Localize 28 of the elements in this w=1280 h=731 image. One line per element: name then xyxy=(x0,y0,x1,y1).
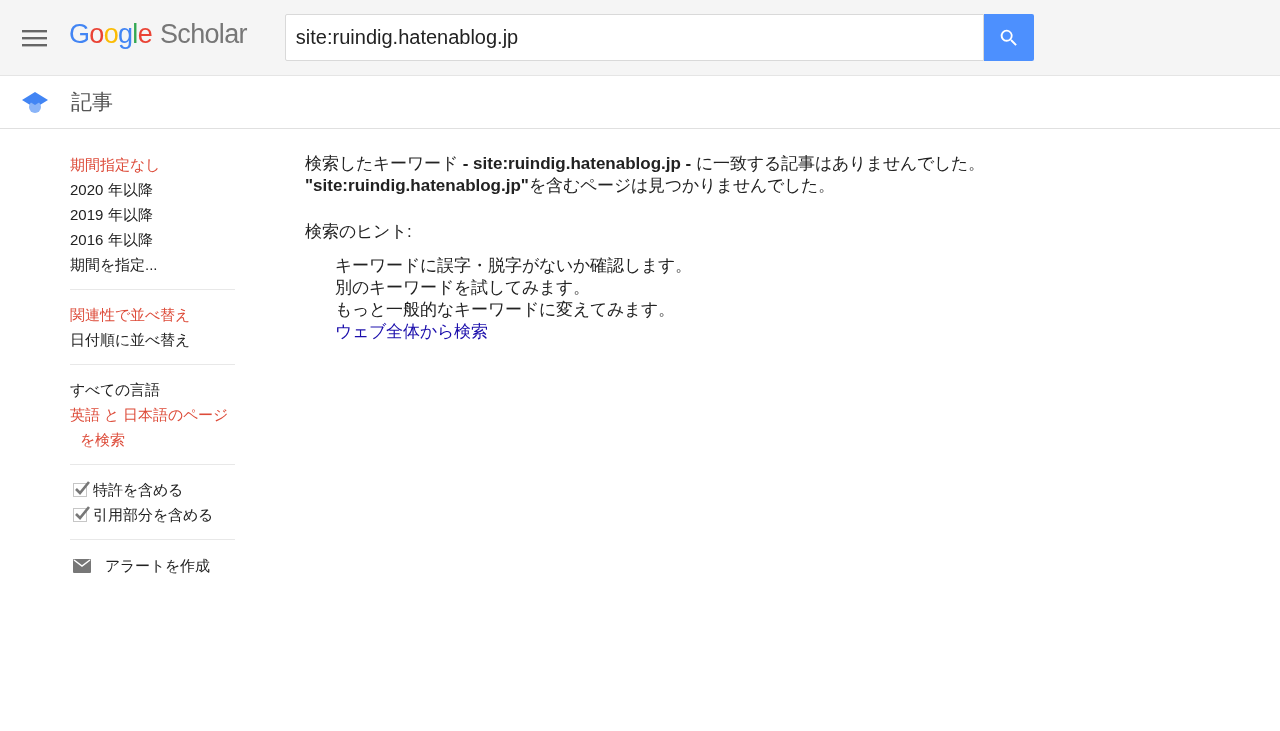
sidebar-link[interactable]: 関連性で並べ替え xyxy=(70,302,235,327)
search-field[interactable]: site:ruindig.hatenablog.jp xyxy=(284,14,984,61)
no-results-message: 検索したキーワード - site:ruindig.hatenablog.jp - に一致する記事はありませんでした。 xyxy=(305,153,985,175)
menu-icon[interactable] xyxy=(22,28,47,47)
hints-heading: 検索のヒント: xyxy=(305,221,413,243)
sidebar-link[interactable]: 2020 年以降 xyxy=(70,177,235,202)
checkbox[interactable] xyxy=(73,482,87,497)
logo[interactable]: Google Scholar xyxy=(69,14,247,55)
hint-text: キーワードに誤字・脱字がないか確認します。 xyxy=(335,255,693,277)
sidebar-link[interactable]: 期間を指定... xyxy=(70,252,235,277)
hint-text: 別のキーワードを試してみます。 xyxy=(335,277,591,299)
sidebar-link[interactable]: 2019 年以降 xyxy=(70,202,235,227)
mail-icon[interactable] xyxy=(73,558,91,573)
checkbox-label[interactable]: 引用部分を含める xyxy=(93,502,213,527)
graduation-cap-icon xyxy=(22,90,48,114)
checkbox-label[interactable]: 特許を含める xyxy=(93,477,183,502)
sidebar-link[interactable]: 英語 と 日本語のページを検索 xyxy=(70,402,235,452)
sidebar-link[interactable]: すべての言語 xyxy=(70,377,235,402)
web-search-link[interactable]: ウェブ全体から検索 xyxy=(335,321,488,343)
sidebar-link[interactable]: 期間指定なし xyxy=(70,152,235,177)
sidebar-link[interactable]: 2016 年以降 xyxy=(70,227,235,252)
search-button[interactable] xyxy=(983,14,1034,61)
checkbox[interactable] xyxy=(73,507,87,522)
no-results-message: "site:ruindig.hatenablog.jp"を含むページは見つかりませんでした。 xyxy=(305,175,836,197)
hint-text: もっと一般的なキーワードに変えてみます。 xyxy=(335,299,676,321)
page-title: 記事 xyxy=(71,89,113,116)
sidebar-link[interactable]: 日付順に並べ替え xyxy=(70,327,235,352)
create-alert-link[interactable]: アラートを作成 xyxy=(105,553,210,578)
